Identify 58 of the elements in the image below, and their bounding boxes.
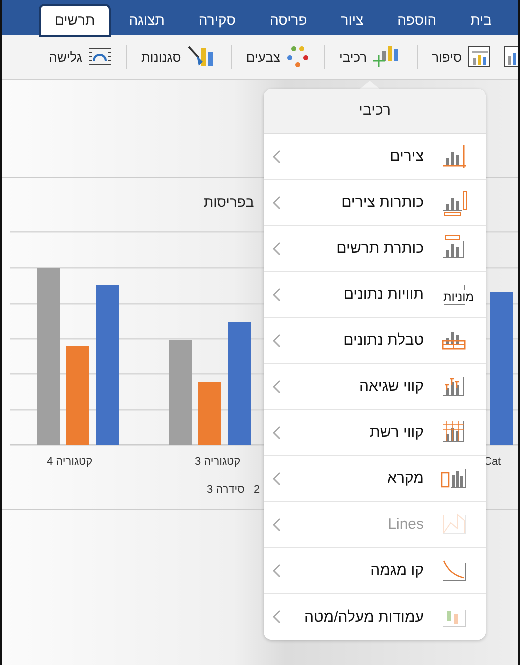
- chevron-left-icon: [272, 564, 282, 578]
- ribbon-button[interactable]: סיפור: [424, 44, 498, 70]
- chevron-left-icon: [272, 380, 282, 394]
- chart-element-item[interactable]: טבלת נתונים: [264, 318, 486, 364]
- item-label: קווי שגיאה: [358, 378, 424, 395]
- item-label: טבלת נתונים: [342, 332, 424, 349]
- ribbon-tab[interactable]: ציור: [327, 6, 378, 35]
- icon-text: מוניות: [443, 290, 474, 304]
- ribbon-tab[interactable]: תרשים: [40, 6, 110, 35]
- chart-element-item[interactable]: צירים: [264, 134, 486, 180]
- chart-element-item[interactable]: כותרות צירים: [264, 180, 486, 226]
- chart-element-item[interactable]: מקרא: [264, 456, 486, 502]
- chevron-left-icon: [272, 472, 282, 486]
- chart-element-item[interactable]: קווי רשת: [264, 410, 486, 456]
- axes-icon: [440, 143, 468, 170]
- category-label: קטגוריה 4: [47, 456, 93, 468]
- color-dots-icon: [286, 45, 310, 69]
- popover-title: רכיבי: [359, 102, 391, 119]
- chevron-left-icon: [272, 610, 282, 624]
- chevron-left-icon: [272, 334, 282, 348]
- chart-element-item[interactable]: קווי שגיאה: [264, 364, 486, 410]
- item-label: קווי רשת: [368, 424, 424, 441]
- ribbon-button[interactable]: סגנונות: [133, 44, 226, 70]
- chart-layout-icon: [468, 44, 490, 70]
- category-label: קטגוריה 3: [195, 456, 241, 468]
- chart-element-item[interactable]: עמודות מעלה/מטה: [264, 594, 486, 640]
- legend-label: סידרה 3: [207, 484, 245, 496]
- item-label: תוויות נתונים: [342, 286, 424, 303]
- chevron-left-icon: [272, 196, 282, 210]
- ribbon-button[interactable]: צבעים: [238, 45, 318, 69]
- chevron-left-icon: [272, 288, 282, 302]
- ribbon-tab[interactable]: פריסה: [256, 6, 322, 35]
- item-label: Lines: [387, 516, 424, 533]
- data-table-icon: [442, 331, 466, 350]
- item-label: קו מגמה: [370, 562, 424, 579]
- ribbon-tab[interactable]: הוספה: [384, 6, 451, 35]
- chevron-left-icon: [272, 242, 282, 256]
- axis-titles-icon: [440, 189, 468, 216]
- chart-title: בפריסות: [204, 194, 254, 210]
- chart-element-item[interactable]: כותרת תרשים: [264, 226, 486, 272]
- text-wrap-icon: [88, 47, 112, 67]
- item-label: כותרות צירים: [340, 194, 424, 211]
- item-label: כותרת תרשים: [336, 240, 424, 257]
- chevron-left-icon: [272, 426, 282, 440]
- chart-bar: [198, 382, 222, 445]
- chevron-left-icon: [272, 518, 282, 532]
- ribbon-button[interactable]: רכיבי: [331, 43, 412, 71]
- item-label: צירים: [389, 148, 424, 165]
- chart-element-item[interactable]: מוניות תוויות נתונים: [264, 272, 486, 318]
- ribbon-tab[interactable]: תצוגה: [115, 6, 179, 35]
- ribbon-button[interactable]: גלישה: [41, 47, 120, 67]
- chevron-left-icon: [272, 150, 282, 164]
- ribbon-tab[interactable]: בית: [456, 6, 506, 35]
- ribbon-tab[interactable]: סקירה: [184, 6, 250, 35]
- chart-element-item[interactable]: קו מגמה: [264, 548, 486, 594]
- item-label: עמודות מעלה/מטה: [304, 608, 424, 626]
- item-label: מקרא: [386, 470, 424, 487]
- legend-label: 2: [254, 484, 260, 496]
